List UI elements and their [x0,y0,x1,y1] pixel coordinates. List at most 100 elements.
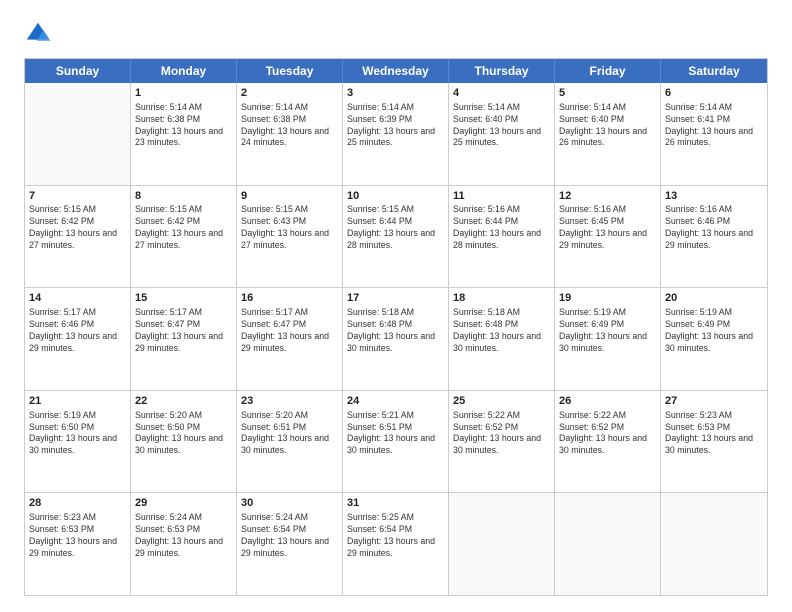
cell-info: Sunrise: 5:16 AMSunset: 6:45 PMDaylight:… [559,204,656,252]
day-number: 20 [665,291,763,306]
calendar-row-3: 14Sunrise: 5:17 AMSunset: 6:46 PMDayligh… [25,288,767,391]
calendar-cell [25,83,131,185]
calendar-body: 1Sunrise: 5:14 AMSunset: 6:38 PMDaylight… [25,83,767,595]
cell-info: Sunrise: 5:15 AMSunset: 6:42 PMDaylight:… [29,204,126,252]
calendar-cell: 13Sunrise: 5:16 AMSunset: 6:46 PMDayligh… [661,186,767,288]
day-number: 11 [453,189,550,204]
calendar-cell: 6Sunrise: 5:14 AMSunset: 6:41 PMDaylight… [661,83,767,185]
cell-info: Sunrise: 5:14 AMSunset: 6:40 PMDaylight:… [453,102,550,150]
calendar-cell: 1Sunrise: 5:14 AMSunset: 6:38 PMDaylight… [131,83,237,185]
calendar-cell: 20Sunrise: 5:19 AMSunset: 6:49 PMDayligh… [661,288,767,390]
day-number: 17 [347,291,444,306]
day-number: 23 [241,394,338,409]
cell-info: Sunrise: 5:14 AMSunset: 6:38 PMDaylight:… [135,102,232,150]
day-number: 26 [559,394,656,409]
calendar: SundayMondayTuesdayWednesdayThursdayFrid… [24,58,768,596]
day-header-thursday: Thursday [449,59,555,83]
cell-info: Sunrise: 5:17 AMSunset: 6:46 PMDaylight:… [29,307,126,355]
day-header-monday: Monday [131,59,237,83]
calendar-cell: 8Sunrise: 5:15 AMSunset: 6:42 PMDaylight… [131,186,237,288]
cell-info: Sunrise: 5:14 AMSunset: 6:40 PMDaylight:… [559,102,656,150]
calendar-cell: 5Sunrise: 5:14 AMSunset: 6:40 PMDaylight… [555,83,661,185]
calendar-row-1: 1Sunrise: 5:14 AMSunset: 6:38 PMDaylight… [25,83,767,186]
cell-info: Sunrise: 5:14 AMSunset: 6:39 PMDaylight:… [347,102,444,150]
calendar-cell: 27Sunrise: 5:23 AMSunset: 6:53 PMDayligh… [661,391,767,493]
cell-info: Sunrise: 5:16 AMSunset: 6:44 PMDaylight:… [453,204,550,252]
day-number: 6 [665,86,763,101]
calendar-cell: 19Sunrise: 5:19 AMSunset: 6:49 PMDayligh… [555,288,661,390]
calendar-cell [661,493,767,595]
calendar-cell: 4Sunrise: 5:14 AMSunset: 6:40 PMDaylight… [449,83,555,185]
day-number: 12 [559,189,656,204]
logo-icon [24,20,52,48]
calendar-row-4: 21Sunrise: 5:19 AMSunset: 6:50 PMDayligh… [25,391,767,494]
day-number: 16 [241,291,338,306]
calendar-row-2: 7Sunrise: 5:15 AMSunset: 6:42 PMDaylight… [25,186,767,289]
cell-info: Sunrise: 5:25 AMSunset: 6:54 PMDaylight:… [347,512,444,560]
cell-info: Sunrise: 5:15 AMSunset: 6:43 PMDaylight:… [241,204,338,252]
calendar-cell: 29Sunrise: 5:24 AMSunset: 6:53 PMDayligh… [131,493,237,595]
day-number: 4 [453,86,550,101]
calendar-cell: 23Sunrise: 5:20 AMSunset: 6:51 PMDayligh… [237,391,343,493]
cell-info: Sunrise: 5:19 AMSunset: 6:49 PMDaylight:… [665,307,763,355]
day-number: 1 [135,86,232,101]
calendar-cell: 10Sunrise: 5:15 AMSunset: 6:44 PMDayligh… [343,186,449,288]
day-header-wednesday: Wednesday [343,59,449,83]
calendar-cell: 15Sunrise: 5:17 AMSunset: 6:47 PMDayligh… [131,288,237,390]
day-header-saturday: Saturday [661,59,767,83]
day-header-tuesday: Tuesday [237,59,343,83]
calendar-cell [555,493,661,595]
cell-info: Sunrise: 5:23 AMSunset: 6:53 PMDaylight:… [29,512,126,560]
day-header-friday: Friday [555,59,661,83]
day-number: 24 [347,394,444,409]
logo [24,20,56,48]
calendar-cell: 11Sunrise: 5:16 AMSunset: 6:44 PMDayligh… [449,186,555,288]
cell-info: Sunrise: 5:21 AMSunset: 6:51 PMDaylight:… [347,410,444,458]
cell-info: Sunrise: 5:14 AMSunset: 6:38 PMDaylight:… [241,102,338,150]
day-number: 18 [453,291,550,306]
cell-info: Sunrise: 5:16 AMSunset: 6:46 PMDaylight:… [665,204,763,252]
calendar-cell: 22Sunrise: 5:20 AMSunset: 6:50 PMDayligh… [131,391,237,493]
calendar-cell: 25Sunrise: 5:22 AMSunset: 6:52 PMDayligh… [449,391,555,493]
cell-info: Sunrise: 5:15 AMSunset: 6:44 PMDaylight:… [347,204,444,252]
calendar-row-5: 28Sunrise: 5:23 AMSunset: 6:53 PMDayligh… [25,493,767,595]
calendar-cell: 14Sunrise: 5:17 AMSunset: 6:46 PMDayligh… [25,288,131,390]
calendar-cell: 28Sunrise: 5:23 AMSunset: 6:53 PMDayligh… [25,493,131,595]
calendar-cell: 2Sunrise: 5:14 AMSunset: 6:38 PMDaylight… [237,83,343,185]
cell-info: Sunrise: 5:24 AMSunset: 6:53 PMDaylight:… [135,512,232,560]
day-number: 14 [29,291,126,306]
calendar-cell: 31Sunrise: 5:25 AMSunset: 6:54 PMDayligh… [343,493,449,595]
day-number: 13 [665,189,763,204]
calendar-header: SundayMondayTuesdayWednesdayThursdayFrid… [25,59,767,83]
cell-info: Sunrise: 5:18 AMSunset: 6:48 PMDaylight:… [347,307,444,355]
header [24,20,768,48]
day-number: 9 [241,189,338,204]
page: SundayMondayTuesdayWednesdayThursdayFrid… [0,0,792,612]
day-number: 21 [29,394,126,409]
calendar-cell: 9Sunrise: 5:15 AMSunset: 6:43 PMDaylight… [237,186,343,288]
calendar-cell [449,493,555,595]
cell-info: Sunrise: 5:18 AMSunset: 6:48 PMDaylight:… [453,307,550,355]
day-number: 31 [347,496,444,511]
calendar-cell: 17Sunrise: 5:18 AMSunset: 6:48 PMDayligh… [343,288,449,390]
day-header-sunday: Sunday [25,59,131,83]
day-number: 25 [453,394,550,409]
day-number: 5 [559,86,656,101]
day-number: 30 [241,496,338,511]
calendar-cell: 3Sunrise: 5:14 AMSunset: 6:39 PMDaylight… [343,83,449,185]
day-number: 3 [347,86,444,101]
day-number: 29 [135,496,232,511]
cell-info: Sunrise: 5:17 AMSunset: 6:47 PMDaylight:… [241,307,338,355]
cell-info: Sunrise: 5:22 AMSunset: 6:52 PMDaylight:… [453,410,550,458]
day-number: 10 [347,189,444,204]
cell-info: Sunrise: 5:19 AMSunset: 6:49 PMDaylight:… [559,307,656,355]
day-number: 7 [29,189,126,204]
cell-info: Sunrise: 5:19 AMSunset: 6:50 PMDaylight:… [29,410,126,458]
calendar-cell: 30Sunrise: 5:24 AMSunset: 6:54 PMDayligh… [237,493,343,595]
cell-info: Sunrise: 5:17 AMSunset: 6:47 PMDaylight:… [135,307,232,355]
cell-info: Sunrise: 5:20 AMSunset: 6:50 PMDaylight:… [135,410,232,458]
cell-info: Sunrise: 5:15 AMSunset: 6:42 PMDaylight:… [135,204,232,252]
calendar-cell: 18Sunrise: 5:18 AMSunset: 6:48 PMDayligh… [449,288,555,390]
cell-info: Sunrise: 5:20 AMSunset: 6:51 PMDaylight:… [241,410,338,458]
day-number: 19 [559,291,656,306]
